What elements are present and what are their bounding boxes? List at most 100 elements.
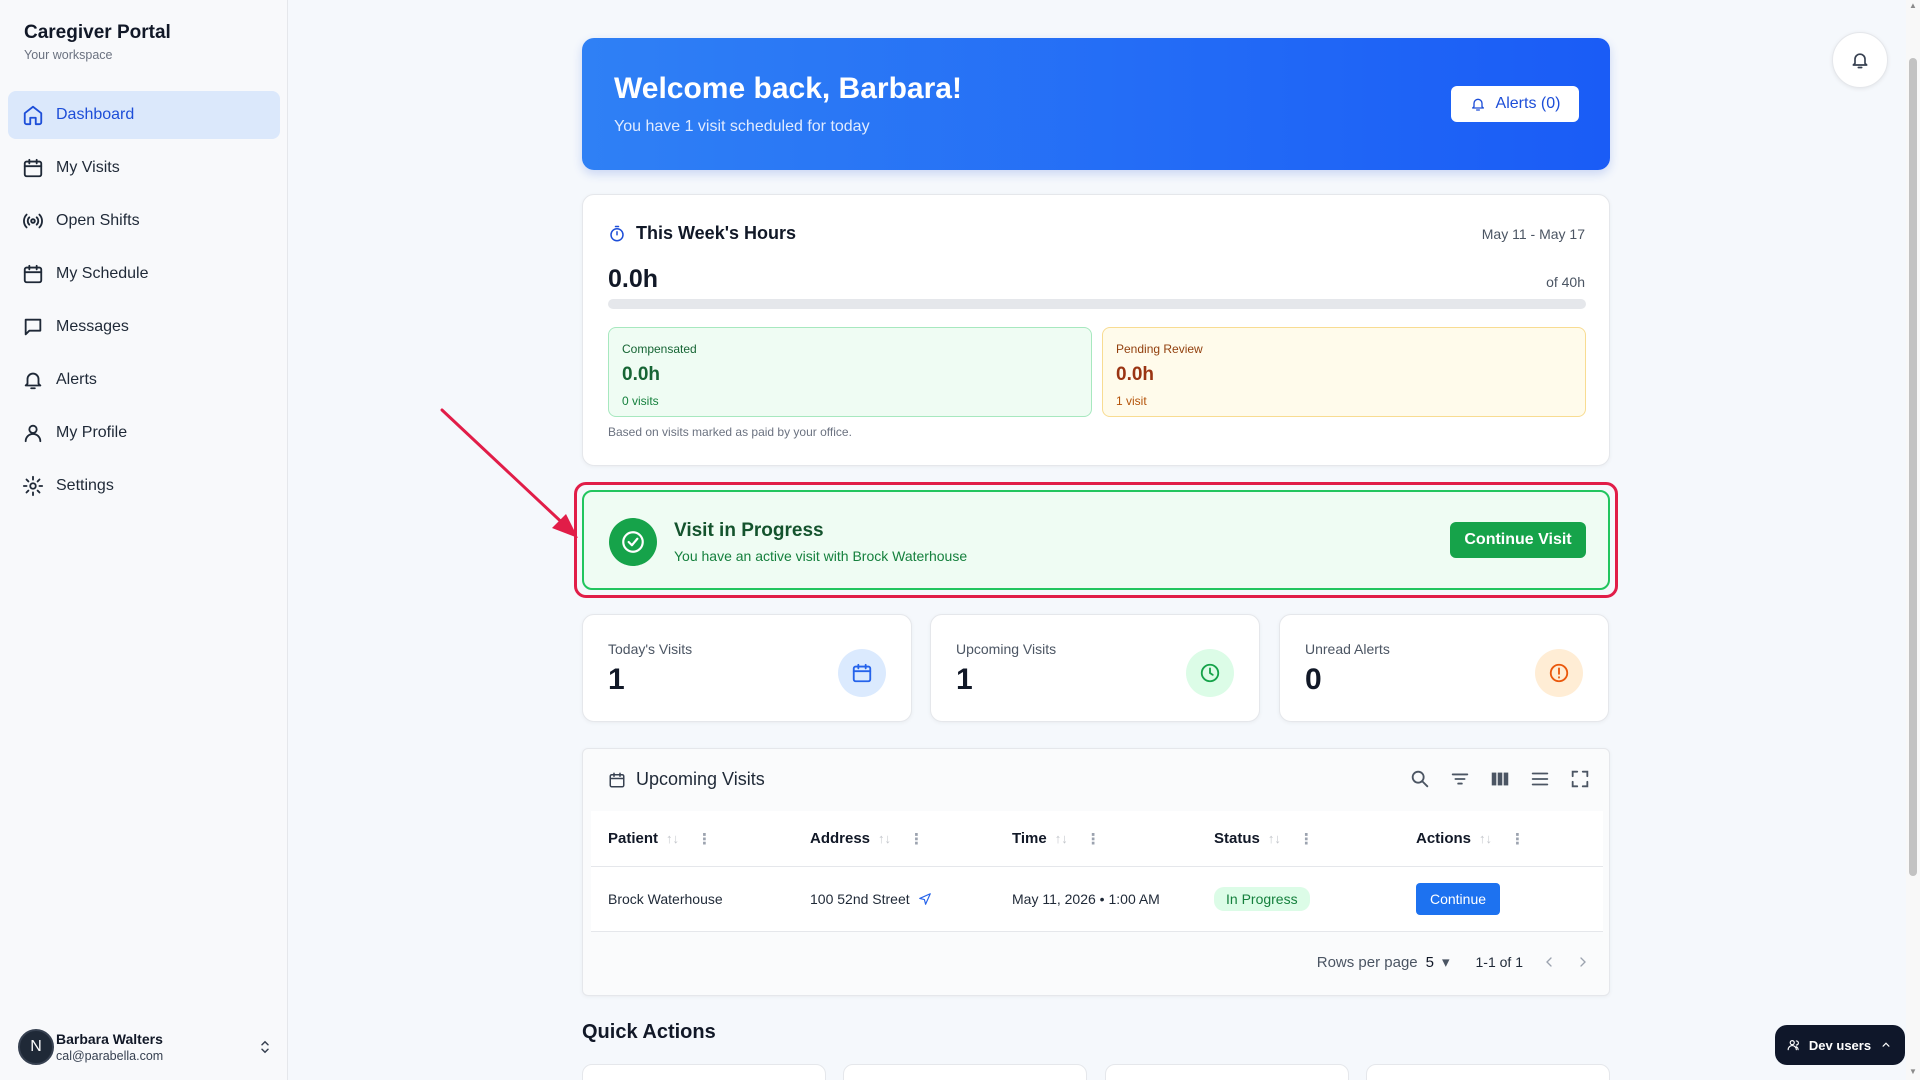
sidebar: Caregiver Portal Your workspace Dashboar… xyxy=(0,0,288,1080)
sidebar-item-alerts[interactable]: Alerts xyxy=(8,356,280,404)
quick-actions-title: Quick Actions xyxy=(582,1021,716,1043)
column-header-patient[interactable]: Patient ↑↓ ⋮ xyxy=(591,830,793,848)
quick-action-card[interactable] xyxy=(1105,1064,1349,1080)
message-icon xyxy=(24,318,42,336)
actions-cell: Continue xyxy=(1399,883,1601,915)
continue-button[interactable]: Continue xyxy=(1416,883,1500,915)
pending-visits: 1 visit xyxy=(1116,394,1147,408)
notification-bell-button[interactable] xyxy=(1832,32,1888,88)
sidebar-item-my-visits[interactable]: My Visits xyxy=(8,144,280,192)
brand-title: Caregiver Portal xyxy=(24,22,171,43)
user-icon xyxy=(24,424,42,443)
user-info: Barbara Walters cal@parabella.com xyxy=(56,1031,256,1063)
upcoming-visits-table: Patient ↑↓ ⋮ Address ↑↓ ⋮ Time ↑↓ ⋮ Status ↑↓ ⋮ … xyxy=(591,811,1603,932)
columns-icon[interactable] xyxy=(1489,768,1511,790)
quick-action-card[interactable] xyxy=(843,1064,1087,1080)
sidebar-item-dashboard[interactable]: Dashboard xyxy=(8,91,280,139)
rows-per-page-label: Rows per page xyxy=(1316,953,1418,971)
chevron-left-icon[interactable] xyxy=(1541,954,1557,970)
welcome-banner: Welcome back, Barbara! You have 1 visit … xyxy=(582,38,1610,170)
stat-label: Today's Visits xyxy=(608,641,693,657)
dev-users-button[interactable]: Dev users xyxy=(1775,1025,1905,1065)
bell-icon xyxy=(1471,98,1484,111)
sidebar-item-my-profile[interactable]: My Profile xyxy=(8,409,280,457)
caret-down-icon[interactable]: ▾ xyxy=(1442,953,1450,971)
table-header-row: Patient ↑↓ ⋮ Address ↑↓ ⋮ Time ↑↓ ⋮ Status ↑↓ ⋮ … xyxy=(591,811,1603,867)
calendar-icon xyxy=(609,772,625,787)
compensated-box: Compensated 0.0h 0 visits xyxy=(608,327,1092,417)
sidebar-nav: Dashboard My Visits Open Shifts My Sched… xyxy=(8,91,280,515)
chevron-up-icon xyxy=(1882,1042,1890,1047)
avatar: N xyxy=(18,1029,54,1065)
alerts-button[interactable]: Alerts (0) xyxy=(1451,86,1579,122)
time-cell: May 11, 2026 • 1:00 AM xyxy=(1012,891,1160,907)
sidebar-item-label: Alerts xyxy=(56,371,97,388)
column-header-actions[interactable]: Actions ↑↓ ⋮ xyxy=(1399,830,1601,848)
fullscreen-icon[interactable] xyxy=(1569,768,1591,790)
compensated-value: 0.0h xyxy=(622,364,661,385)
sidebar-item-label: My Visits xyxy=(56,159,120,176)
pending-value: 0.0h xyxy=(1116,364,1155,385)
calendar-icon xyxy=(23,264,43,284)
user-email: cal@parabella.com xyxy=(56,1049,164,1063)
bell-icon xyxy=(1852,53,1868,69)
check-circle-icon xyxy=(609,518,657,566)
compensated-visits: 0 visits xyxy=(622,394,659,408)
status-badge: In Progress xyxy=(1214,887,1310,911)
upcoming-visits-stat-card: Upcoming Visits 1 xyxy=(930,614,1260,722)
sidebar-item-open-shifts[interactable]: Open Shifts xyxy=(8,197,280,245)
hours-target: of 40h xyxy=(1546,274,1585,290)
pending-review-box: Pending Review 0.0h 1 visit xyxy=(1102,327,1586,417)
status-cell: In Progress xyxy=(1197,887,1399,911)
quick-action-card[interactable] xyxy=(582,1064,826,1080)
week-range: May 11 - May 17 xyxy=(1481,226,1585,242)
scrollbar-thumb[interactable] xyxy=(1909,58,1917,876)
chevron-up-down-icon xyxy=(261,1040,269,1054)
filter-icon[interactable] xyxy=(1449,768,1471,790)
compensated-label: Compensated xyxy=(622,342,697,356)
calendar-icon xyxy=(838,649,886,697)
quick-action-card[interactable] xyxy=(1366,1064,1610,1080)
sidebar-item-label: Messages xyxy=(56,318,129,335)
page-range: 1-1 of 1 xyxy=(1475,954,1523,970)
pagination: Rows per page 5 ▾ 1-1 of 1 xyxy=(1317,953,1591,971)
sidebar-item-label: Settings xyxy=(56,477,114,494)
sidebar-item-settings[interactable]: Settings xyxy=(8,462,280,510)
user-name: Barbara Walters xyxy=(56,1031,163,1047)
sidebar-item-label: My Schedule xyxy=(56,265,149,282)
home-icon xyxy=(23,105,43,126)
user-menu[interactable]: N Barbara Walters cal@parabella.com xyxy=(18,1024,274,1070)
hours-total: 0.0h xyxy=(608,265,659,293)
stat-value: 1 xyxy=(956,663,973,696)
brand: Caregiver Portal Your workspace xyxy=(24,22,171,62)
navigation-arrow-icon[interactable] xyxy=(918,892,932,906)
sidebar-item-my-schedule[interactable]: My Schedule xyxy=(8,250,280,298)
page-scrollbar[interactable]: ▲ ▼ xyxy=(1906,0,1920,1080)
calendar-icon xyxy=(23,158,43,178)
table-toolbar xyxy=(1409,768,1591,790)
welcome-subtitle: You have 1 visit scheduled for today xyxy=(614,118,870,135)
welcome-title: Welcome back, Barbara! xyxy=(614,72,962,105)
weekly-hours-card: This Week's Hours May 11 - May 17 0.0h o… xyxy=(582,194,1610,466)
rows-per-page-select[interactable]: 5 xyxy=(1426,954,1434,971)
scroll-down-arrow[interactable]: ▼ xyxy=(1909,1068,1917,1076)
gear-icon xyxy=(22,475,44,497)
chevron-right-icon[interactable] xyxy=(1575,954,1591,970)
patient-cell: Brock Waterhouse xyxy=(608,891,723,907)
density-icon[interactable] xyxy=(1529,768,1551,790)
todays-visits-card: Today's Visits 1 xyxy=(582,614,912,722)
sidebar-item-messages[interactable]: Messages xyxy=(8,303,280,351)
broadcast-icon xyxy=(23,213,43,229)
weekly-hours-header: This Week's Hours xyxy=(608,223,796,244)
address-text: 100 52nd Street xyxy=(810,891,910,907)
scroll-up-arrow[interactable]: ▲ xyxy=(1909,2,1917,10)
alert-circle-icon xyxy=(1535,649,1583,697)
column-header-address[interactable]: Address ↑↓ ⋮ xyxy=(793,830,995,848)
search-icon[interactable] xyxy=(1409,768,1431,790)
continue-visit-button[interactable]: Continue Visit xyxy=(1450,522,1586,558)
users-icon xyxy=(1787,1040,1799,1051)
unread-alerts-card: Unread Alerts 0 xyxy=(1279,614,1609,722)
column-header-status[interactable]: Status ↑↓ ⋮ xyxy=(1197,830,1399,848)
column-header-time[interactable]: Time ↑↓ ⋮ xyxy=(995,830,1197,848)
hours-note: Based on visits marked as paid by your o… xyxy=(608,425,852,439)
